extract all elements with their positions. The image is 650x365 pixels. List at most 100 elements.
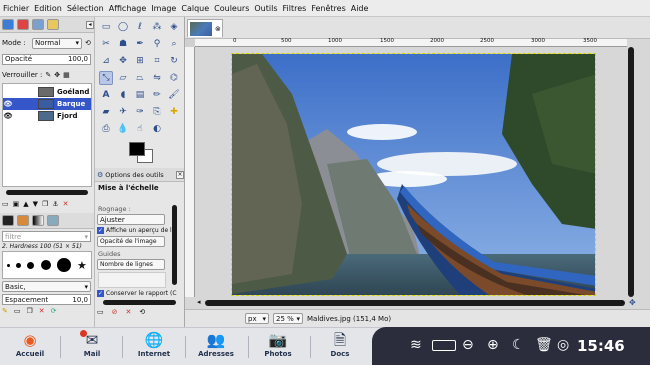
close-icon[interactable]: ⊗ bbox=[215, 25, 221, 33]
new-group-icon[interactable]: ▣ bbox=[13, 200, 20, 208]
new-layer-icon[interactable]: ▭ bbox=[2, 200, 9, 208]
delete-layer-icon[interactable]: ✕ bbox=[63, 200, 69, 208]
dock-mail[interactable]: ✉ Mail bbox=[64, 331, 120, 363]
menu-filtres[interactable]: Filtres bbox=[283, 4, 307, 13]
align-tool-icon[interactable]: ⊞ bbox=[133, 54, 147, 68]
eraser-tool-icon[interactable]: ▰ bbox=[99, 105, 113, 119]
zoom-tool-icon[interactable]: ⌕ bbox=[167, 37, 181, 51]
layer-row-barque[interactable]: 👁 Barque bbox=[3, 98, 91, 110]
refresh-brushes-icon[interactable]: ⟳ bbox=[51, 307, 57, 315]
paintbrush-tool-icon[interactable]: 🖌 bbox=[167, 88, 181, 102]
ellipse-select-tool-icon[interactable]: ◯ bbox=[116, 20, 130, 34]
smudge-tool-icon[interactable]: ☝ bbox=[133, 122, 147, 136]
measure-tool-icon[interactable]: ⊿ bbox=[99, 54, 113, 68]
tool-options-tab[interactable]: Options des outils bbox=[105, 171, 163, 179]
eye-icon[interactable]: 👁 bbox=[3, 112, 13, 120]
tool-options-vscrollbar[interactable] bbox=[172, 205, 177, 285]
airbrush-tool-icon[interactable]: ✈ bbox=[116, 105, 130, 119]
scale-tool-icon[interactable]: ⤡ bbox=[99, 71, 113, 85]
pattern-tab-icon[interactable] bbox=[17, 215, 29, 226]
lower-layer-icon[interactable]: ▼ bbox=[33, 200, 38, 208]
flip-tool-icon[interactable]: ⇋ bbox=[150, 71, 164, 85]
moon-icon[interactable]: ☾ bbox=[512, 337, 525, 353]
tool-options-hscrollbar[interactable] bbox=[103, 300, 176, 305]
unit-select[interactable]: px ▾ bbox=[245, 313, 269, 324]
zoom-out-icon[interactable]: ⊖ bbox=[462, 337, 474, 353]
brush-lock-icon[interactable]: ✎ bbox=[45, 71, 51, 79]
brush-grid[interactable]: ★ bbox=[2, 251, 92, 279]
spacing-field[interactable]: Espacement 10,0 bbox=[2, 294, 91, 305]
perspective-tool-icon[interactable]: ⏢ bbox=[133, 71, 147, 85]
guides-select[interactable]: Nombre de lignes bbox=[97, 259, 165, 270]
help-icon[interactable]: ◎ bbox=[557, 337, 569, 353]
rect-select-tool-icon[interactable]: ▭ bbox=[99, 20, 113, 34]
dock-internet[interactable]: 🌐 Internet bbox=[126, 331, 182, 363]
cropping-select[interactable]: Ajuster bbox=[97, 214, 165, 225]
horizontal-ruler[interactable]: 0 500 1000 1500 2000 2500 3000 3500 bbox=[195, 38, 627, 47]
checkbox-checked-icon[interactable]: ✓ bbox=[97, 290, 104, 297]
cage-tool-icon[interactable]: ⌬ bbox=[167, 71, 181, 85]
menu-outils[interactable]: Outils bbox=[254, 4, 277, 13]
brush-preset-select[interactable]: Basic, ▾ bbox=[2, 281, 91, 292]
mode-select[interactable]: Normal ▾ bbox=[32, 37, 82, 49]
reference-select[interactable]: Opacité de l'image bbox=[97, 236, 165, 247]
layers-hscrollbar[interactable] bbox=[6, 190, 88, 195]
menu-calque[interactable]: Calque bbox=[181, 4, 209, 13]
wifi-icon[interactable]: ≋ bbox=[410, 337, 422, 353]
pencil-tool-icon[interactable]: ✏ bbox=[150, 88, 164, 102]
opacity-field[interactable]: Opacité 100,0 bbox=[2, 53, 91, 65]
foreground-color[interactable] bbox=[129, 142, 145, 156]
text-tool-icon[interactable]: A bbox=[99, 88, 113, 102]
eye-icon[interactable]: 👁 bbox=[3, 100, 13, 108]
menu-fichier[interactable]: Fichier bbox=[3, 4, 29, 13]
move-lock-icon[interactable]: ✥ bbox=[54, 71, 60, 79]
save-preset-icon[interactable]: ▭ bbox=[97, 308, 104, 316]
menu-aide[interactable]: Aide bbox=[351, 4, 369, 13]
undo-tab-icon[interactable] bbox=[47, 19, 59, 30]
zoom-in-icon[interactable]: ⊕ bbox=[487, 337, 499, 353]
canvas-vscrollbar[interactable] bbox=[628, 47, 634, 297]
zoom-select[interactable]: 25 % ▾ bbox=[273, 313, 303, 324]
alpha-lock-icon[interactable]: ▦ bbox=[63, 71, 70, 79]
scroll-right-icon[interactable]: ▸ bbox=[621, 298, 625, 306]
layer-row-goeland[interactable]: Goéland bbox=[3, 86, 91, 98]
checkbox-checked-icon[interactable]: ✓ bbox=[97, 227, 104, 234]
new-brush-icon[interactable]: ▭ bbox=[14, 307, 21, 315]
dodge-burn-tool-icon[interactable]: ◐ bbox=[150, 122, 164, 136]
scroll-left-icon[interactable]: ◂ bbox=[197, 298, 201, 306]
layers-tab-icon[interactable] bbox=[2, 19, 14, 30]
menu-edition[interactable]: Edition bbox=[34, 4, 62, 13]
mode-reset-icon[interactable]: ⟲ bbox=[85, 39, 91, 47]
menu-affichage[interactable]: Affichage bbox=[109, 4, 147, 13]
crop-tool-icon[interactable]: ⌗ bbox=[150, 54, 164, 68]
duplicate-brush-icon[interactable]: ❐ bbox=[27, 307, 33, 315]
raise-layer-icon[interactable]: ▲ bbox=[23, 200, 28, 208]
menu-image[interactable]: Image bbox=[151, 4, 176, 13]
menu-fenetres[interactable]: Fenêtres bbox=[311, 4, 345, 13]
font-tab-icon[interactable] bbox=[47, 215, 59, 226]
color-swatches[interactable] bbox=[125, 140, 184, 168]
delete-brush-icon[interactable]: ✕ bbox=[39, 307, 45, 315]
perspective-clone-tool-icon[interactable]: ⎙ bbox=[99, 122, 113, 136]
rotate-tool-icon[interactable]: ↻ bbox=[167, 54, 181, 68]
paths-tab-icon[interactable] bbox=[32, 19, 44, 30]
dock-docs[interactable]: 🗎 Docs bbox=[312, 331, 368, 363]
move-tool-icon[interactable]: ✥ bbox=[116, 54, 130, 68]
blend-tool-icon[interactable]: ▤ bbox=[133, 88, 147, 102]
edit-brush-icon[interactable]: ✎ bbox=[2, 307, 8, 315]
layer-row-fjord[interactable]: 👁 Fjord bbox=[3, 110, 91, 122]
dock-accueil[interactable]: ◉ Accueil bbox=[2, 331, 58, 363]
canvas-hscrollbar[interactable] bbox=[205, 300, 625, 306]
wand-tool-icon[interactable]: ⁂ bbox=[150, 20, 164, 34]
brush-filter-input[interactable]: filtre ▾ bbox=[2, 231, 91, 242]
menu-couleurs[interactable]: Couleurs bbox=[214, 4, 249, 13]
navigate-icon[interactable]: ✥ bbox=[629, 298, 636, 307]
color-select-tool-icon[interactable]: ◈ bbox=[167, 20, 181, 34]
brush-tab-icon[interactable] bbox=[2, 215, 14, 226]
image-tab[interactable]: ⊗ bbox=[187, 19, 223, 37]
paths-tool-icon[interactable]: ✒ bbox=[133, 37, 147, 51]
scissors-tool-icon[interactable]: ✂ bbox=[99, 37, 113, 51]
clone-tool-icon[interactable]: ⎘ bbox=[150, 105, 164, 119]
image-canvas[interactable] bbox=[231, 53, 596, 296]
lasso-tool-icon[interactable]: ℓ bbox=[133, 20, 147, 34]
